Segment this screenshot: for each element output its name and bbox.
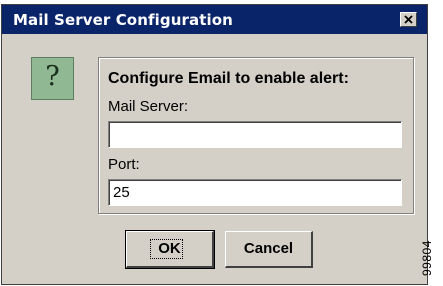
ok-button[interactable]: OK [125,230,215,269]
figure-id: 99804 [420,240,434,276]
title-bar[interactable]: Mail Server Configuration [2,5,427,34]
mail-server-label: Mail Server: [108,98,189,115]
question-mark-glyph: ? [45,61,60,92]
port-input[interactable] [108,179,402,206]
cancel-button-label: Cancel [243,240,294,257]
cancel-button[interactable]: Cancel [225,231,313,268]
help-question-icon: ? [31,57,74,100]
panel-heading: Configure Email to enable alert: [108,70,349,87]
focus-indicator [150,239,183,259]
mail-server-dialog: Mail Server Configuration ? Configure Em… [1,4,428,285]
close-icon [404,15,413,24]
mail-server-input[interactable] [108,121,402,148]
port-label: Port: [108,156,140,173]
dialog-title: Mail Server Configuration [13,11,233,29]
close-button[interactable] [400,12,417,27]
email-config-panel: Configure Email to enable alert: Mail Se… [98,57,414,214]
